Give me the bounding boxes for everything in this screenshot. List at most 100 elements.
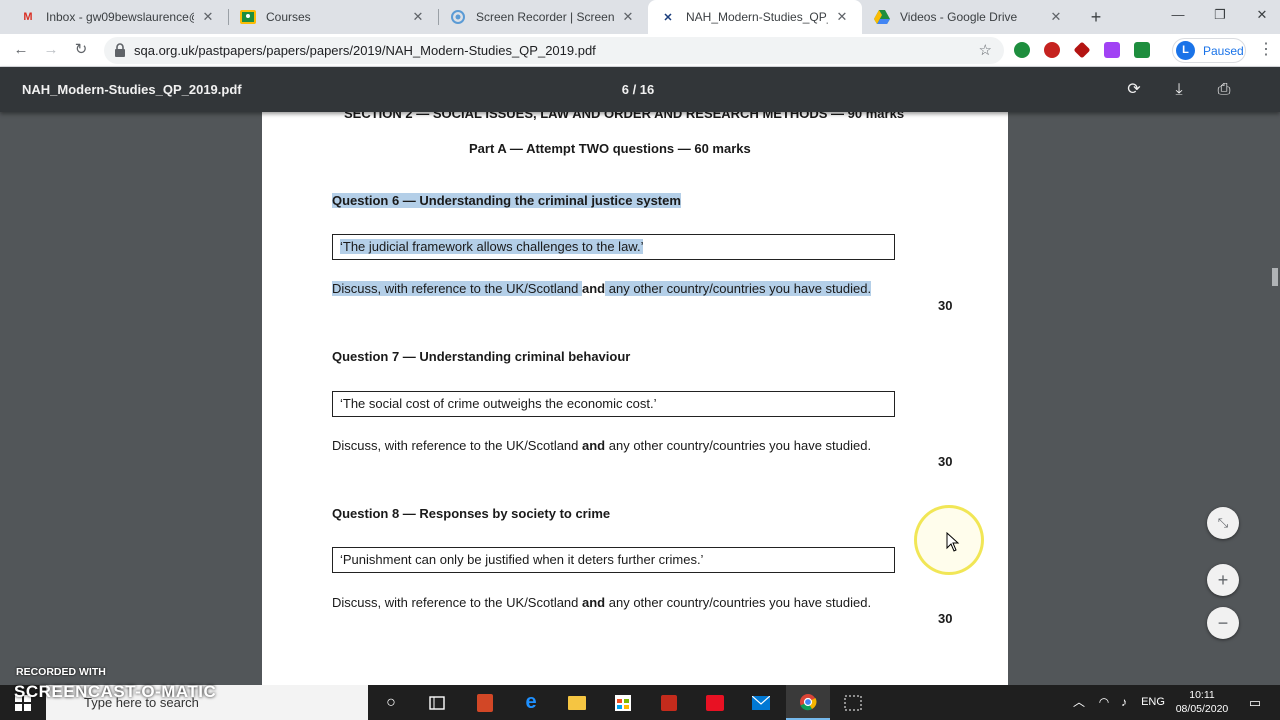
scrollbar-thumb[interactable] xyxy=(1272,268,1278,286)
extension-record-icon[interactable] xyxy=(1044,42,1060,58)
minimize-icon[interactable]: — xyxy=(1156,0,1200,30)
question-7-quote: ‘The social cost of crime outweighs the … xyxy=(332,391,895,417)
question-8-marks: 30 xyxy=(938,611,953,626)
discuss-text: any other country/countries you have stu… xyxy=(605,281,872,296)
mail-app-icon[interactable] xyxy=(652,685,686,720)
system-clock[interactable]: 10:11 08/05/2020 xyxy=(1170,688,1234,716)
discuss-text: Discuss, with reference to the UK/Scotla… xyxy=(332,281,583,296)
close-icon[interactable]: ✕ xyxy=(200,9,216,25)
quote-text: ‘The judicial framework allows challenge… xyxy=(340,239,644,254)
rotate-icon[interactable]: ⟳ xyxy=(1123,79,1145,101)
question-6-title: Question 6 — Understanding the criminal … xyxy=(332,193,681,208)
tab-screencast[interactable]: Screen Recorder | Screencast-O ✕ xyxy=(438,0,648,34)
outlook-mail-icon[interactable] xyxy=(744,685,778,720)
app-red-icon[interactable] xyxy=(698,685,732,720)
screencast-icon xyxy=(450,9,466,25)
question-6-discuss: Discuss, with reference to the UK/Scotla… xyxy=(332,280,894,297)
notifications-icon[interactable]: ▭ xyxy=(1244,685,1266,720)
extension-puzzle-icon[interactable] xyxy=(1104,42,1120,58)
tab-title: Courses xyxy=(266,10,311,24)
snipping-tool-icon[interactable] xyxy=(836,685,870,720)
powerpoint-icon[interactable] xyxy=(468,685,502,720)
edge-icon[interactable]: e xyxy=(514,685,548,720)
chrome-taskbar-icon[interactable] xyxy=(786,685,830,720)
pdf-page: SECTION 2 — SOCIAL ISSUES, LAW AND ORDER… xyxy=(262,112,1008,685)
zoom-in-button[interactable]: + xyxy=(1207,564,1239,596)
tab-title: Screen Recorder | Screencast-O xyxy=(476,10,614,24)
more-menu-icon[interactable]: ⋮ xyxy=(1258,39,1274,61)
close-icon[interactable]: ✕ xyxy=(1048,9,1064,25)
download-icon[interactable]: ⤓ xyxy=(1168,79,1190,101)
file-explorer-icon[interactable] xyxy=(560,685,594,720)
sqa-icon: ✕ xyxy=(663,11,673,24)
discuss-bold: and xyxy=(582,281,606,296)
back-arrow-icon[interactable]: ← xyxy=(10,39,32,61)
new-tab-button[interactable]: + xyxy=(1086,7,1106,27)
question-7-title: Question 7 — Understanding criminal beha… xyxy=(332,349,631,364)
tab-courses[interactable]: Courses ✕ xyxy=(228,0,438,34)
tab-drive[interactable]: Videos - Google Drive ✕ xyxy=(862,0,1076,34)
lock-icon xyxy=(115,43,125,57)
bookmark-star-icon[interactable]: ☆ xyxy=(979,37,992,64)
tab-strip: M Inbox - gw09bewslaurence@a ✕ Courses ✕… xyxy=(0,0,1280,34)
clock-date: 08/05/2020 xyxy=(1175,703,1229,715)
question-6-marks: 30 xyxy=(938,298,953,313)
store-icon[interactable] xyxy=(606,685,640,720)
forward-arrow-icon[interactable]: → xyxy=(40,39,62,61)
scrollbar[interactable] xyxy=(1270,112,1280,685)
zoom-out-button[interactable]: − xyxy=(1207,607,1239,639)
discuss-text: Discuss, with reference to the UK/Scotla… xyxy=(332,595,583,610)
tray-chevron-icon[interactable]: ︿ xyxy=(1070,685,1088,720)
maximize-icon[interactable]: ❐ xyxy=(1198,0,1242,30)
extension-grammarly-icon[interactable] xyxy=(1014,42,1030,58)
discuss-text: any other country/countries you have stu… xyxy=(605,438,872,453)
question-8-quote: ‘Punishment can only be justified when i… xyxy=(332,547,895,573)
tab-title: NAH_Modern-Studies_QP_201 xyxy=(686,10,828,24)
discuss-bold: and xyxy=(582,438,606,453)
avatar: L xyxy=(1176,41,1195,60)
close-icon[interactable]: ✕ xyxy=(834,9,850,25)
extension-diamond-icon[interactable] xyxy=(1073,41,1091,59)
part-heading: Part A — Attempt TWO questions — 60 mark… xyxy=(469,141,751,156)
wifi-icon[interactable]: ◠ xyxy=(1094,685,1114,720)
question-7-marks: 30 xyxy=(938,454,953,469)
cortana-icon[interactable]: ○ xyxy=(374,685,408,720)
screencast-o-matic-logo: SCREENCAST-O-MATIC xyxy=(14,682,217,701)
extension-classroom-icon[interactable] xyxy=(1134,42,1150,58)
close-window-icon[interactable]: ✕ xyxy=(1240,0,1280,30)
question-8-title: Question 8 — Responses by society to cri… xyxy=(332,506,611,521)
section-heading: SECTION 2 — SOCIAL ISSUES, LAW AND ORDER… xyxy=(344,112,905,121)
discuss-text: Discuss, with reference to the UK/Scotla… xyxy=(332,438,583,453)
close-icon[interactable]: ✕ xyxy=(620,9,636,25)
drive-icon xyxy=(874,9,890,25)
print-icon[interactable]: ⎙ xyxy=(1213,79,1235,101)
task-view-icon[interactable] xyxy=(420,685,454,720)
close-icon[interactable]: ✕ xyxy=(410,9,426,25)
discuss-text: any other country/countries you have stu… xyxy=(605,595,872,610)
url-text: sqa.org.uk/pastpapers/papers/papers/2019… xyxy=(134,43,596,58)
clock-time: 10:11 xyxy=(1189,689,1215,701)
page-indicator[interactable]: 6 / 16 xyxy=(610,67,666,112)
mouse-pointer-icon xyxy=(946,532,960,552)
language-indicator[interactable]: ENG xyxy=(1138,685,1168,720)
recorded-with-text: RECORDED WITH xyxy=(16,666,106,678)
tab-gmail[interactable]: M Inbox - gw09bewslaurence@a ✕ xyxy=(8,0,228,34)
question-6-quote: ‘The judicial framework allows challenge… xyxy=(332,234,895,260)
fit-to-page-icon[interactable]: ⤡ xyxy=(1207,507,1239,539)
volume-icon[interactable]: ♪ xyxy=(1114,685,1134,720)
tab-sqa-pdf[interactable]: ✕ NAH_Modern-Studies_QP_201 ✕ xyxy=(648,0,862,34)
question-7-discuss: Discuss, with reference to the UK/Scotla… xyxy=(332,437,894,454)
tab-title: Videos - Google Drive xyxy=(900,10,1018,24)
pdf-filename: NAH_Modern-Studies_QP_2019.pdf xyxy=(22,82,242,97)
address-bar[interactable]: sqa.org.uk/pastpapers/papers/papers/2019… xyxy=(104,37,1004,64)
browser-toolbar: ← → ↻ sqa.org.uk/pastpapers/papers/paper… xyxy=(0,34,1280,67)
question-8-discuss: Discuss, with reference to the UK/Scotla… xyxy=(332,594,894,611)
gmail-icon: M xyxy=(23,11,33,23)
profile-status: Paused xyxy=(1203,43,1244,58)
profile-button[interactable]: L Paused xyxy=(1172,38,1246,63)
classroom-icon xyxy=(240,9,256,25)
discuss-bold: and xyxy=(582,595,606,610)
tab-title: Inbox - gw09bewslaurence@a xyxy=(46,10,194,24)
pdf-viewer[interactable]: SECTION 2 — SOCIAL ISSUES, LAW AND ORDER… xyxy=(0,112,1280,685)
reload-icon[interactable]: ↻ xyxy=(70,39,92,61)
